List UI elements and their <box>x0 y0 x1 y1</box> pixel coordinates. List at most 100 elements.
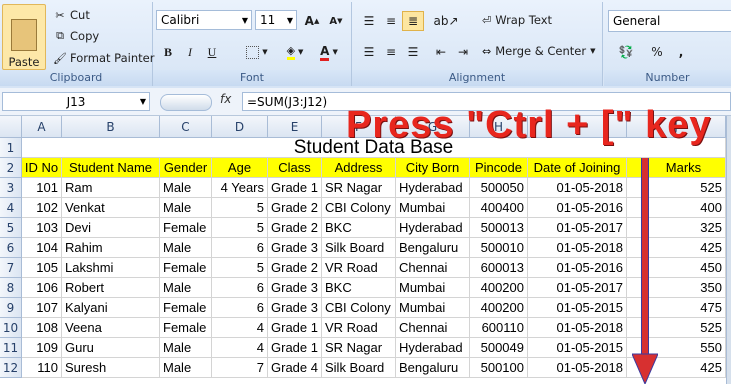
row-header[interactable]: 1 <box>0 138 22 158</box>
paste-button[interactable]: Paste <box>2 4 46 70</box>
header-cell[interactable]: Address <box>322 158 396 178</box>
table-cell[interactable]: Devi <box>62 218 160 238</box>
table-cell[interactable]: Mumbai <box>396 278 470 298</box>
comma-button[interactable]: , <box>670 42 692 62</box>
table-cell[interactable]: 500050 <box>470 178 528 198</box>
table-cell[interactable]: BKC <box>322 218 396 238</box>
table-cell[interactable]: Grade 3 <box>268 298 322 318</box>
table-cell[interactable]: 109 <box>22 338 62 358</box>
table-cell[interactable]: 6 <box>212 298 268 318</box>
font-color-button[interactable]: A ▼ <box>313 42 345 62</box>
table-cell[interactable]: Male <box>160 278 212 298</box>
table-cell[interactable]: Chennai <box>396 318 470 338</box>
table-cell[interactable]: 01-05-2018 <box>528 318 627 338</box>
table-cell[interactable]: Hyderabad <box>396 338 470 358</box>
vertical-scrollbar[interactable] <box>726 116 731 384</box>
row-header[interactable]: 9 <box>0 298 22 318</box>
table-cell[interactable]: 01-05-2017 <box>528 278 627 298</box>
cut-button[interactable]: ✂ Cut <box>52 8 89 22</box>
table-cell[interactable]: SR Nagar <box>322 338 396 358</box>
decrease-indent-button[interactable]: ⇤ <box>430 42 452 62</box>
table-cell[interactable]: 600110 <box>470 318 528 338</box>
bold-button[interactable]: B <box>157 42 179 62</box>
underline-button[interactable]: U <box>201 42 223 62</box>
table-cell[interactable]: CBI Colony <box>322 198 396 218</box>
select-all-corner[interactable] <box>0 116 22 138</box>
table-cell[interactable]: Guru <box>62 338 160 358</box>
table-cell[interactable]: 4 Years <box>212 178 268 198</box>
header-cell[interactable]: Pincode <box>470 158 528 178</box>
table-cell[interactable]: 4 <box>212 338 268 358</box>
wrap-text-button[interactable]: ⏎ Wrap Text <box>482 13 552 27</box>
table-cell[interactable]: 01-05-2018 <box>528 238 627 258</box>
table-cell[interactable]: Hyderabad <box>396 218 470 238</box>
table-cell[interactable]: Chennai <box>396 258 470 278</box>
table-cell[interactable]: Mumbai <box>396 198 470 218</box>
name-box[interactable]: J13 ▼ <box>2 92 150 111</box>
table-cell[interactable]: 500010 <box>470 238 528 258</box>
table-cell[interactable]: Kalyani <box>62 298 160 318</box>
formula-bar-handle[interactable] <box>160 94 212 111</box>
header-cell[interactable]: Date of Joining <box>528 158 627 178</box>
align-left-button[interactable]: ☰ <box>358 42 380 62</box>
column-header-a[interactable]: A <box>22 116 62 138</box>
row-header[interactable]: 3 <box>0 178 22 198</box>
format-painter-button[interactable]: 🖌 Format Painter <box>52 51 154 65</box>
table-cell[interactable]: 01-05-2015 <box>528 298 627 318</box>
table-cell[interactable]: VR Road <box>322 258 396 278</box>
table-cell[interactable]: Male <box>160 338 212 358</box>
table-cell[interactable]: 6 <box>212 278 268 298</box>
row-header[interactable]: 2 <box>0 158 22 178</box>
row-header[interactable]: 7 <box>0 258 22 278</box>
table-cell[interactable]: 500013 <box>470 218 528 238</box>
header-cell[interactable]: Student Name <box>62 158 160 178</box>
table-cell[interactable]: 01-05-2017 <box>528 218 627 238</box>
row-header[interactable]: 8 <box>0 278 22 298</box>
copy-button[interactable]: ⧉ Copy <box>52 29 99 43</box>
row-header[interactable]: 12 <box>0 358 22 378</box>
table-cell[interactable]: 4 <box>212 318 268 338</box>
table-cell[interactable]: Ram <box>62 178 160 198</box>
table-cell[interactable]: 107 <box>22 298 62 318</box>
table-cell[interactable]: Bengaluru <box>396 238 470 258</box>
fill-color-button[interactable]: ◈ ▼ <box>279 42 311 62</box>
table-cell[interactable]: 102 <box>22 198 62 218</box>
table-cell[interactable]: 7 <box>212 358 268 378</box>
table-cell[interactable]: Grade 1 <box>268 178 322 198</box>
table-cell[interactable]: Silk Board <box>322 358 396 378</box>
table-cell[interactable]: 104 <box>22 238 62 258</box>
row-header[interactable]: 10 <box>0 318 22 338</box>
table-cell[interactable]: Grade 2 <box>268 218 322 238</box>
table-cell[interactable]: 400200 <box>470 298 528 318</box>
table-cell[interactable]: Female <box>160 318 212 338</box>
table-cell[interactable]: 5 <box>212 198 268 218</box>
table-cell[interactable]: Grade 2 <box>268 198 322 218</box>
table-cell[interactable]: SR Nagar <box>322 178 396 198</box>
percent-button[interactable]: % <box>646 42 668 62</box>
column-header-e[interactable]: E <box>268 116 322 138</box>
header-cell[interactable]: Gender <box>160 158 212 178</box>
table-cell[interactable]: Grade 3 <box>268 238 322 258</box>
row-header[interactable]: 6 <box>0 238 22 258</box>
table-cell[interactable]: 106 <box>22 278 62 298</box>
table-cell[interactable]: Grade 2 <box>268 258 322 278</box>
table-cell[interactable]: BKC <box>322 278 396 298</box>
orientation-button[interactable]: ab↗ <box>430 11 462 31</box>
font-family-select[interactable]: Calibri ▼ <box>156 10 252 30</box>
table-cell[interactable]: 110 <box>22 358 62 378</box>
table-cell[interactable]: 105 <box>22 258 62 278</box>
table-cell[interactable]: Female <box>160 218 212 238</box>
table-cell[interactable]: 103 <box>22 218 62 238</box>
italic-button[interactable]: I <box>179 42 201 62</box>
table-cell[interactable]: Silk Board <box>322 238 396 258</box>
align-top-button[interactable]: ☰ <box>358 11 380 31</box>
accounting-format-button[interactable]: 💱 <box>610 42 642 62</box>
table-cell[interactable]: Robert <box>62 278 160 298</box>
table-cell[interactable]: 400400 <box>470 198 528 218</box>
table-cell[interactable]: Female <box>160 298 212 318</box>
table-cell[interactable]: 01-05-2016 <box>528 198 627 218</box>
number-format-select[interactable]: General <box>608 10 731 32</box>
header-cell[interactable]: ID No <box>22 158 62 178</box>
column-header-c[interactable]: C <box>160 116 212 138</box>
table-cell[interactable]: Hyderabad <box>396 178 470 198</box>
